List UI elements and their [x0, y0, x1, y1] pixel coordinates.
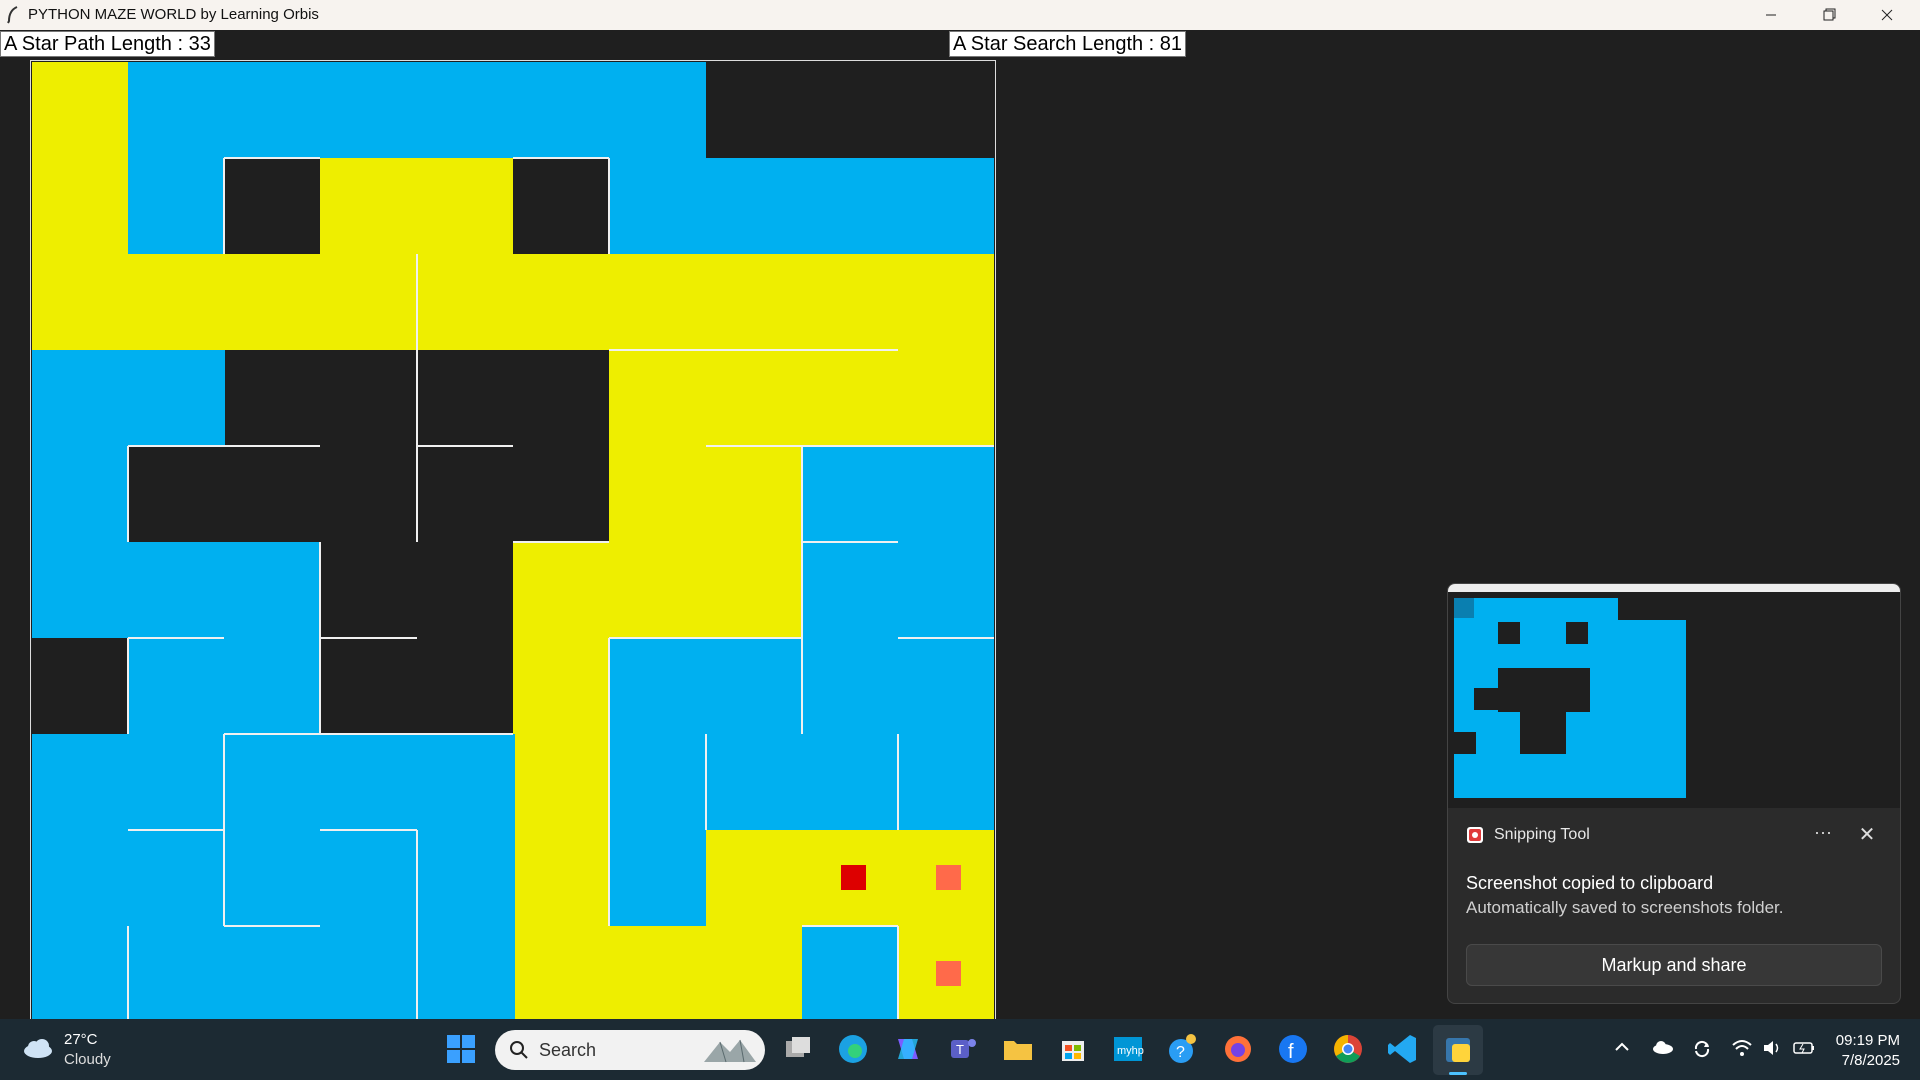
minimize-button[interactable]	[1742, 0, 1800, 30]
system-clock[interactable]: 09:19 PM 7/8/2025	[1830, 1031, 1900, 1071]
file-explorer-icon[interactable]	[1000, 1031, 1036, 1067]
search-highlight-icon	[704, 1039, 756, 1063]
close-button[interactable]	[1858, 0, 1916, 30]
help-icon[interactable]: ?	[1165, 1031, 1201, 1067]
goal-cell	[841, 865, 866, 890]
agent-cell	[936, 865, 961, 890]
active-indicator	[1449, 1072, 1467, 1075]
svg-text:T: T	[956, 1042, 964, 1057]
close-icon	[1881, 9, 1893, 21]
python-app-active[interactable]	[1433, 1025, 1483, 1075]
volume-button[interactable]	[1762, 1039, 1782, 1062]
title-bar: PYTHON MAZE WORLD by Learning Orbis	[0, 0, 1920, 30]
sync-button[interactable]	[1692, 1039, 1712, 1064]
restore-button[interactable]	[1800, 0, 1858, 30]
clock-time: 09:19 PM	[1835, 1032, 1900, 1049]
onedrive-icon	[1653, 1041, 1673, 1054]
restore-icon	[1823, 8, 1836, 21]
clock-date: 7/8/2025	[1841, 1052, 1900, 1069]
weather-temperature[interactable]: 27°C	[64, 1031, 98, 1048]
minimize-icon	[1766, 14, 1776, 16]
svg-text:f: f	[1288, 1041, 1294, 1063]
toast-detail: Automatically saved to screenshots folde…	[1466, 898, 1784, 917]
copilot-icon[interactable]	[890, 1031, 926, 1067]
battery-button[interactable]	[1792, 1039, 1816, 1062]
show-hidden-icons-button[interactable]	[1614, 1039, 1630, 1060]
start-cell	[936, 961, 961, 986]
more-options-button[interactable]: ···	[1808, 822, 1838, 846]
task-view-icon[interactable]	[780, 1031, 816, 1067]
path-length-label: A Star Path Length : 33	[0, 31, 215, 57]
taskbar-search[interactable]: Search	[495, 1030, 765, 1070]
toast-app-name: Snipping Tool	[1494, 826, 1590, 843]
svg-text:myhp: myhp	[1117, 1045, 1144, 1057]
volume-icon	[1764, 1041, 1779, 1055]
toast-message: Screenshot copied to clipboard	[1466, 873, 1714, 893]
snipping-tool-icon	[1467, 827, 1483, 843]
start-icon[interactable]	[443, 1031, 479, 1067]
teams-icon[interactable]: T	[945, 1031, 981, 1067]
edge-icon[interactable]	[835, 1031, 871, 1067]
weather-description[interactable]: Cloudy	[64, 1051, 111, 1068]
store-icon[interactable]	[1055, 1031, 1091, 1067]
markup-and-share-button[interactable]: Markup and share	[1466, 944, 1882, 986]
firefox-icon[interactable]	[1220, 1031, 1256, 1067]
search-icon	[510, 1041, 528, 1059]
taskbar: 27°C Cloudy Search T myhp ? f 09:19 PM 7…	[0, 1019, 1920, 1080]
chevron-up-icon	[1615, 1042, 1629, 1051]
wifi-button[interactable]	[1732, 1039, 1752, 1062]
preview-thumbnail	[1448, 584, 1900, 809]
sync-icon	[1694, 1040, 1710, 1058]
svg-text:?: ?	[1176, 1044, 1185, 1061]
screenshot-preview[interactable]	[1447, 583, 1901, 810]
search-placeholder: Search	[539, 1040, 597, 1060]
cloud-icon[interactable]	[22, 1037, 54, 1059]
battery-icon	[1793, 1042, 1814, 1054]
toast-close-button[interactable]: ✕	[1853, 822, 1881, 846]
feather-icon	[7, 6, 18, 24]
search-length-label: A Star Search Length : 81	[949, 31, 1187, 57]
snipping-tool-toast: Snipping Tool ··· ✕ Screenshot copied to…	[1447, 808, 1901, 1004]
onedrive-button[interactable]	[1652, 1039, 1674, 1060]
myhp-icon[interactable]: myhp	[1110, 1031, 1146, 1067]
window-title: PYTHON MAZE WORLD by Learning Orbis	[28, 6, 319, 23]
python-icon	[1446, 1038, 1470, 1062]
chrome-icon[interactable]	[1330, 1031, 1366, 1067]
vscode-icon[interactable]	[1385, 1031, 1421, 1067]
facebook-icon[interactable]: f	[1275, 1031, 1311, 1067]
maze-grid	[30, 60, 996, 1020]
wifi-icon	[1732, 1040, 1752, 1056]
